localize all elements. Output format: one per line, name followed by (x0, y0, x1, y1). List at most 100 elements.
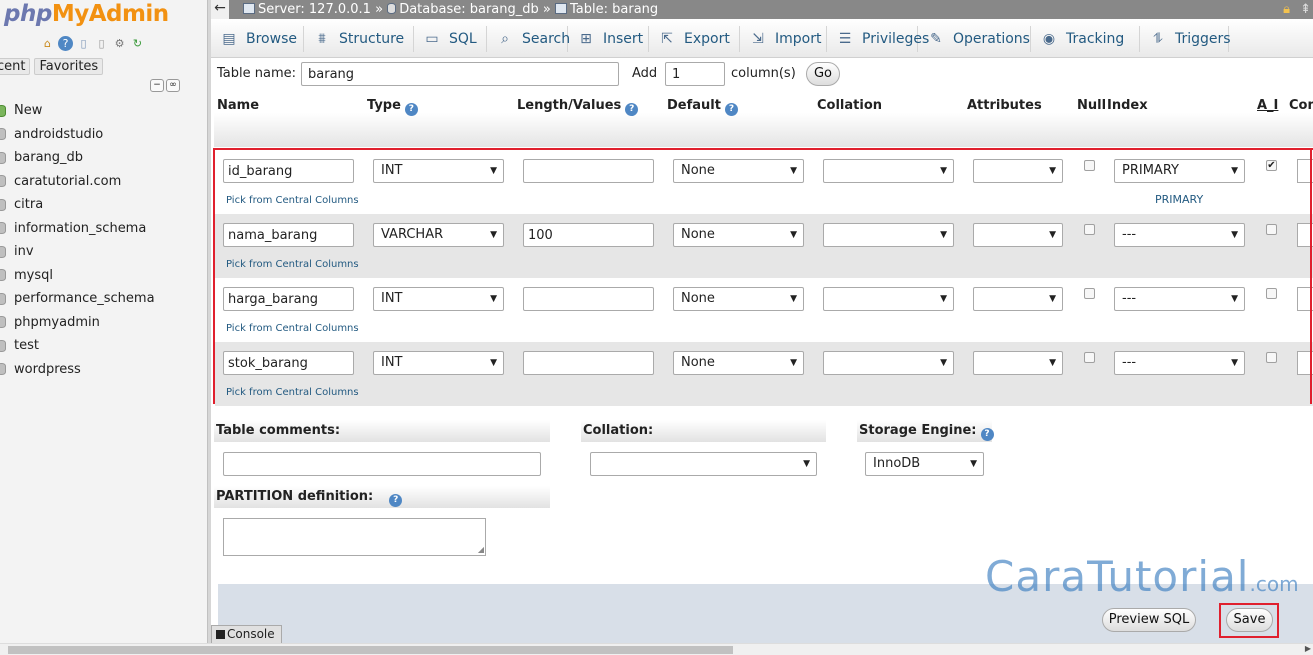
auto-increment-checkbox[interactable] (1266, 224, 1277, 235)
resize-grip-icon[interactable]: ◢ (478, 545, 484, 554)
nav-resizer[interactable] (207, 0, 211, 643)
tab-operations[interactable]: ✎ Operations (918, 26, 1031, 52)
column-collation-select[interactable]: ▼ (823, 159, 954, 183)
collapse-all-icon[interactable]: − (150, 79, 164, 92)
scroll-right-icon[interactable]: ▶ (1305, 644, 1311, 653)
column-collation-select[interactable]: ▼ (823, 287, 954, 311)
column-collation-select[interactable]: ▼ (823, 223, 954, 247)
help-icon[interactable]: ? (404, 103, 418, 116)
column-default-select[interactable]: None ▼ (673, 223, 804, 247)
preview-sql-button[interactable]: Preview SQL (1102, 608, 1196, 632)
add-columns-count-input[interactable] (665, 62, 725, 86)
horizontal-scrollbar[interactable]: ▶ (0, 643, 1313, 655)
tab-export[interactable]: ⇱ Export (649, 26, 740, 52)
database-item[interactable]: wordpress (0, 358, 155, 382)
docs-icon[interactable]: ▯ (76, 36, 91, 51)
help-icon[interactable]: ? (389, 494, 403, 507)
scrollbar-thumb[interactable] (8, 646, 733, 654)
column-name-input[interactable] (223, 159, 354, 183)
breadcrumb-server[interactable]: Server: 127.0.0.1 (258, 2, 371, 17)
column-index-select[interactable]: PRIMARY ▼ (1114, 159, 1245, 183)
column-default-select[interactable]: None ▼ (673, 159, 804, 183)
null-checkbox[interactable] (1084, 288, 1095, 299)
phpmyadmin-logo[interactable]: phpMyAdmin (4, 1, 169, 27)
database-item[interactable]: inv (0, 240, 155, 264)
tab-insert[interactable]: ⊞ Insert (568, 26, 649, 52)
database-item[interactable]: citra (0, 193, 155, 217)
column-length-input[interactable] (523, 287, 654, 311)
go-button[interactable]: Go (806, 62, 840, 86)
favorites-tab[interactable]: Favorites (34, 58, 104, 75)
link-icon[interactable]: ∞ (166, 79, 180, 92)
column-index-select[interactable]: --- ▼ (1114, 287, 1245, 311)
null-checkbox[interactable] (1084, 352, 1095, 363)
column-type-select[interactable]: INT ▼ (373, 159, 504, 183)
partition-definition-textarea[interactable]: ◢ (223, 518, 486, 556)
tab-triggers[interactable]: ⥮ Triggers (1140, 26, 1231, 52)
pick-central-columns-link[interactable]: Pick from Central Columns (226, 323, 359, 334)
help-icon[interactable]: ? (625, 103, 639, 116)
column-attributes-select[interactable]: ▼ (973, 159, 1063, 183)
tab-search[interactable]: ⌕ Search (487, 26, 570, 52)
tab-browse[interactable]: ▤ Browse (211, 26, 304, 52)
database-item[interactable]: mysql (0, 264, 155, 288)
column-type-select[interactable]: VARCHAR ▼ (373, 223, 504, 247)
column-type-select[interactable]: INT ▼ (373, 351, 504, 375)
index-note-link[interactable]: PRIMARY (1155, 193, 1203, 206)
pick-central-columns-link[interactable]: Pick from Central Columns (226, 259, 359, 270)
column-collation-select[interactable]: ▼ (823, 351, 954, 375)
column-name-input[interactable] (223, 351, 354, 375)
column-length-input[interactable] (523, 159, 654, 183)
tab-privileges[interactable]: ☰ Privileges (827, 26, 929, 52)
docs2-icon[interactable]: ▯ (94, 36, 109, 51)
reload-icon[interactable]: ↻ (130, 36, 145, 51)
column-attributes-select[interactable]: ▼ (973, 287, 1063, 311)
null-checkbox[interactable] (1084, 160, 1095, 171)
new-database-item[interactable]: New (0, 99, 155, 123)
column-attributes-select[interactable]: ▼ (973, 223, 1063, 247)
auto-increment-checkbox[interactable] (1266, 352, 1277, 363)
database-item[interactable]: test (0, 334, 155, 358)
save-button[interactable]: Save (1226, 608, 1273, 632)
database-item[interactable]: information_schema (0, 217, 155, 241)
help-icon[interactable]: ? (980, 428, 994, 441)
column-index-select[interactable]: --- ▼ (1114, 351, 1245, 375)
breadcrumb-table[interactable]: Table: barang (570, 2, 658, 17)
table-name-input[interactable] (301, 62, 619, 86)
pick-central-columns-link[interactable]: Pick from Central Columns (226, 195, 359, 206)
column-type-select[interactable]: INT ▼ (373, 287, 504, 311)
table-collation-select[interactable]: ▼ (590, 452, 817, 476)
database-item[interactable]: androidstudio (0, 123, 155, 147)
breadcrumb-database[interactable]: Database: barang_db (399, 2, 539, 17)
tab-import[interactable]: ⇲ Import (740, 26, 827, 52)
recent-tab[interactable]: cent (0, 58, 31, 75)
column-length-input[interactable] (523, 351, 654, 375)
database-item[interactable]: phpmyadmin (0, 311, 155, 335)
column-default-select[interactable]: None ▼ (673, 287, 804, 311)
auto-increment-checkbox[interactable]: ✔ (1266, 160, 1277, 171)
database-item[interactable]: caratutorial.com (0, 170, 155, 194)
scroll-up-icon[interactable]: ⇞ (1300, 0, 1311, 19)
lock-icon[interactable]: 🔒︎ (1283, 0, 1290, 19)
tab-tracking[interactable]: ◉ Tracking (1031, 26, 1140, 52)
column-name-input[interactable] (223, 223, 354, 247)
help-icon[interactable]: ? (724, 103, 738, 116)
help-icon[interactable]: ? (58, 36, 73, 51)
table-comments-input[interactable] (223, 452, 541, 476)
column-default-select[interactable]: None ▼ (673, 351, 804, 375)
collapse-nav-icon[interactable]: ← (211, 0, 229, 19)
auto-increment-checkbox[interactable] (1266, 288, 1277, 299)
column-index-select[interactable]: --- ▼ (1114, 223, 1245, 247)
pick-central-columns-link[interactable]: Pick from Central Columns (226, 387, 359, 398)
column-length-input[interactable] (523, 223, 654, 247)
settings-icon[interactable]: ⚙ (112, 36, 127, 51)
storage-engine-select[interactable]: InnoDB ▼ (865, 452, 984, 476)
tab-structure[interactable]: ⩩ Structure (304, 26, 414, 52)
column-attributes-select[interactable]: ▼ (973, 351, 1063, 375)
column-name-input[interactable] (223, 287, 354, 311)
database-item[interactable]: barang_db (0, 146, 155, 170)
null-checkbox[interactable] (1084, 224, 1095, 235)
tab-sql[interactable]: ▭ SQL (414, 26, 487, 52)
console-tab[interactable]: Console (211, 625, 282, 643)
database-item[interactable]: performance_schema (0, 287, 155, 311)
